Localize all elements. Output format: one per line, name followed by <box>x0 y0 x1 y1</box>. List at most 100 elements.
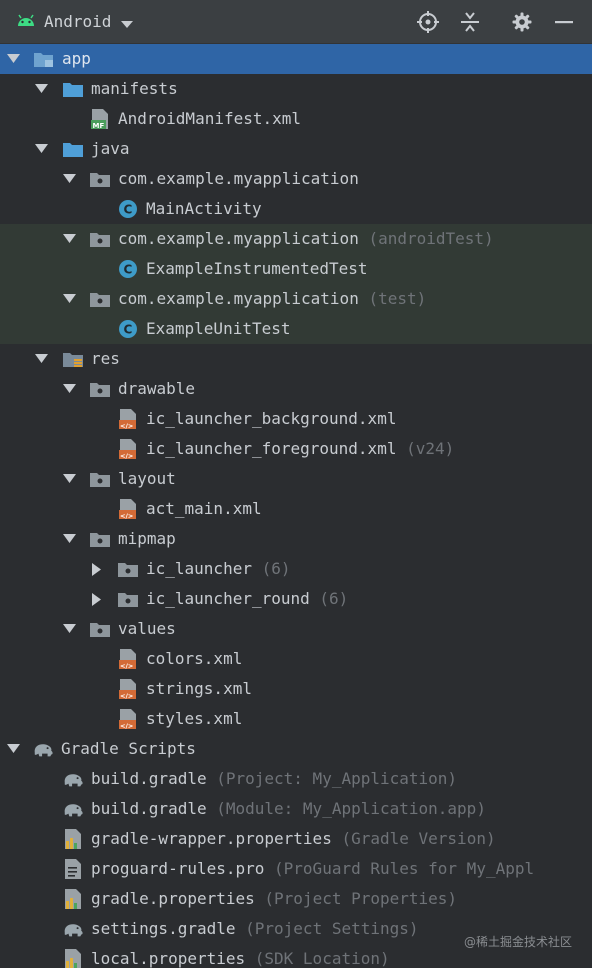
tree-row-ic-launcher-foreground-xml[interactable]: </> ic_launcher_foreground.xml (v24) <box>0 434 592 464</box>
chevron-down-icon[interactable] <box>62 292 76 306</box>
tree-item-label: layout <box>118 469 176 488</box>
tree-item-name: build.gradle <box>91 799 207 818</box>
tree-item-label: ic_launcher (6) <box>146 559 291 578</box>
tree-row-mipmap[interactable]: mipmap <box>0 524 592 554</box>
tree-row-build-gradle[interactable]: build.gradle (Module: My_Application.app… <box>0 794 592 824</box>
gear-icon[interactable] <box>508 8 536 36</box>
tree-item-name: mipmap <box>118 529 176 548</box>
tree-item-name: ExampleInstrumentedTest <box>146 259 368 278</box>
chevron-down-icon[interactable] <box>6 52 20 66</box>
tree-item-label: proguard-rules.pro (ProGuard Rules for M… <box>91 859 534 878</box>
tree-item-hint: (androidTest) <box>358 229 494 248</box>
chevron-right-icon[interactable] <box>90 562 104 576</box>
tree-row-mainactivity[interactable]: C MainActivity <box>0 194 592 224</box>
tree-item-name: MainActivity <box>146 199 262 218</box>
tree-row-drawable[interactable]: drawable <box>0 374 592 404</box>
tree-row-res[interactable]: res <box>0 344 592 374</box>
tree-row-app[interactable]: app <box>0 44 592 74</box>
xml-file-icon: </> <box>117 648 139 670</box>
svg-text:C: C <box>124 263 133 277</box>
package-icon <box>89 468 111 490</box>
tree-item-name: manifests <box>91 79 178 98</box>
chevron-down-icon[interactable] <box>6 742 20 756</box>
tree-item-label: ExampleUnitTest <box>146 319 291 338</box>
tree-item-label: com.example.myapplication (test) <box>118 289 426 308</box>
tree-item-label: gradle-wrapper.properties (Gradle Versio… <box>91 829 496 848</box>
svg-text:</>: </> <box>120 422 133 430</box>
chevron-down-icon[interactable] <box>62 382 76 396</box>
tree-item-name: local.properties <box>91 949 246 968</box>
tree-row-styles-xml[interactable]: </> styles.xml <box>0 704 592 734</box>
tree-row-ic-launcher-round[interactable]: ic_launcher_round (6) <box>0 584 592 614</box>
chevron-down-icon <box>121 14 134 33</box>
tree-row-androidmanifest-xml[interactable]: MF AndroidManifest.xml <box>0 104 592 134</box>
tree-item-label: strings.xml <box>146 679 252 698</box>
tree-item-name: styles.xml <box>146 709 243 728</box>
chevron-down-icon[interactable] <box>34 352 48 366</box>
chevron-down-icon[interactable] <box>62 622 76 636</box>
package-icon <box>89 618 111 640</box>
tree-row-gradle-wrapper-properties[interactable]: gradle-wrapper.properties (Gradle Versio… <box>0 824 592 854</box>
res-folder-icon <box>62 348 84 370</box>
chevron-down-icon[interactable] <box>62 232 76 246</box>
tree-item-name: ic_launcher_round <box>146 589 310 608</box>
chevron-down-icon[interactable] <box>62 532 76 546</box>
tree-row-gradle-properties[interactable]: gradle.properties (Project Properties) <box>0 884 592 914</box>
tree-row-values[interactable]: values <box>0 614 592 644</box>
tree-item-label: ic_launcher_foreground.xml (v24) <box>146 439 454 458</box>
tree-row-exampleinstrumentedtest[interactable]: C ExampleInstrumentedTest <box>0 254 592 284</box>
chevron-down-icon[interactable] <box>34 82 48 96</box>
chevron-down-icon[interactable] <box>62 472 76 486</box>
xml-file-icon: </> <box>117 498 139 520</box>
properties-file-icon <box>62 948 84 968</box>
tree-item-hint: (Project Properties) <box>254 889 458 908</box>
tree-item-name: com.example.myapplication <box>118 289 359 308</box>
tree-row-proguard-rules-pro[interactable]: proguard-rules.pro (ProGuard Rules for M… <box>0 854 592 884</box>
tree-item-name: colors.xml <box>146 649 243 668</box>
tree-item-name: ic_launcher <box>146 559 252 578</box>
tree-row-layout[interactable]: layout <box>0 464 592 494</box>
tree-row-build-gradle[interactable]: build.gradle (Project: My_Application) <box>0 764 592 794</box>
tree-item-name: act_main.xml <box>146 499 262 518</box>
locate-icon[interactable] <box>414 8 442 36</box>
package-icon <box>89 528 111 550</box>
tree-row-manifests[interactable]: manifests <box>0 74 592 104</box>
tree-row-act-main-xml[interactable]: </> act_main.xml <box>0 494 592 524</box>
svg-text:</>: </> <box>120 692 133 700</box>
xml-file-icon: </> <box>117 678 139 700</box>
tree-row-com-example-myapplication[interactable]: com.example.myapplication (test) <box>0 284 592 314</box>
tree-item-name: layout <box>118 469 176 488</box>
tree-item-name: gradle.properties <box>91 889 255 908</box>
package-icon <box>117 558 139 580</box>
tree-row-ic-launcher[interactable]: ic_launcher (6) <box>0 554 592 584</box>
tree-item-hint: (SDK Location) <box>245 949 390 968</box>
tree-item-label: AndroidManifest.xml <box>118 109 301 128</box>
tree-item-hint: (ProGuard Rules for My_Appl <box>264 859 535 878</box>
tree-item-label: ic_launcher_round (6) <box>146 589 348 608</box>
tree-item-name: res <box>91 349 120 368</box>
properties-file-icon <box>62 888 84 910</box>
tree-item-hint: (Project: My_Application) <box>206 769 458 788</box>
manifest-file-icon: MF <box>89 108 111 130</box>
gradle-elephant-icon <box>62 798 84 820</box>
tree-row-colors-xml[interactable]: </> colors.xml <box>0 644 592 674</box>
tree-item-label: manifests <box>91 79 178 98</box>
tree-row-com-example-myapplication[interactable]: com.example.myapplication <box>0 164 592 194</box>
chevron-down-icon[interactable] <box>62 172 76 186</box>
tree-row-com-example-myapplication[interactable]: com.example.myapplication (androidTest) <box>0 224 592 254</box>
tree-row-exampleunittest[interactable]: C ExampleUnitTest <box>0 314 592 344</box>
minimize-icon[interactable] <box>550 8 578 36</box>
tree-item-hint: (Project Settings) <box>235 919 419 938</box>
tree-item-label: settings.gradle (Project Settings) <box>91 919 419 938</box>
collapse-all-icon[interactable] <box>456 8 484 36</box>
watermark: @稀土掘金技术社区 <box>463 935 572 949</box>
tree-row-strings-xml[interactable]: </> strings.xml <box>0 674 592 704</box>
tree-row-gradle-scripts[interactable]: Gradle Scripts <box>0 734 592 764</box>
tree-item-name: app <box>62 49 91 68</box>
view-mode-selector[interactable]: Android <box>0 0 134 44</box>
tree-row-java[interactable]: java <box>0 134 592 164</box>
chevron-down-icon[interactable] <box>34 142 48 156</box>
tree-item-label: com.example.myapplication <box>118 169 359 188</box>
chevron-right-icon[interactable] <box>90 592 104 606</box>
tree-row-ic-launcher-background-xml[interactable]: </> ic_launcher_background.xml <box>0 404 592 434</box>
